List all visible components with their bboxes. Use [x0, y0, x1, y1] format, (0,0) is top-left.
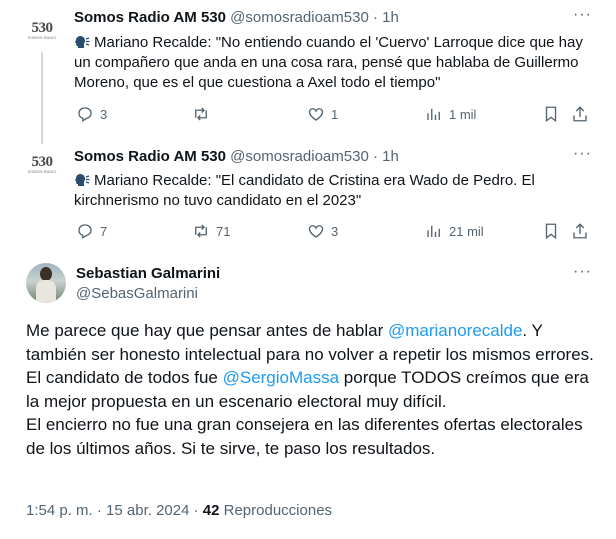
share-button[interactable]	[571, 222, 589, 240]
text-segment: Me parece que hay que pensar antes de ha…	[26, 321, 388, 340]
share-icon	[573, 106, 587, 122]
like-button[interactable]: 1	[307, 105, 338, 123]
author-name[interactable]: Sebastian Galmarini	[76, 265, 220, 282]
speaking-head-emoji	[75, 174, 90, 186]
avatar-figure-torso	[36, 280, 56, 303]
tweet-actions: 7 71 3 21 mil	[74, 222, 594, 242]
tweet-text: Mariano Recalde: "No entiendo cuando el …	[74, 33, 584, 93]
speaking-head-emoji	[75, 36, 90, 48]
more-icon[interactable]: ···	[573, 145, 592, 163]
more-icon[interactable]: ···	[573, 6, 592, 24]
reply-icon	[78, 224, 92, 239]
timestamp[interactable]: 1:54 p. m. · 15 abr. 2024 ·	[26, 502, 203, 519]
separator: ·	[372, 148, 378, 165]
avatar[interactable]	[26, 263, 66, 303]
author-handle[interactable]: @somosradioam530	[230, 148, 369, 165]
share-icon	[573, 223, 587, 239]
author-name[interactable]: Somos Radio AM 530	[74, 9, 226, 26]
reply-button[interactable]: 3	[76, 105, 107, 123]
bookmark-icon	[545, 106, 557, 123]
paragraph-2: El candidato de todos fue @SergioMassa p…	[26, 366, 596, 413]
reply-count: 3	[100, 106, 108, 122]
views-count: 42	[202, 502, 220, 519]
avatar-logo-subtext: SOMOS RADIO	[27, 34, 57, 40]
like-icon	[308, 108, 324, 121]
tweet-header: Somos Radio AM 530 @somosradioam530 · 1h	[74, 148, 399, 165]
views-label: Reproducciones	[219, 502, 333, 519]
mention-link[interactable]: @marianorecalde	[388, 321, 522, 340]
bookmark-button[interactable]	[542, 105, 560, 123]
reply-button[interactable]: 7	[76, 222, 107, 240]
thread-line	[41, 52, 43, 144]
retweet-button[interactable]: 71	[192, 222, 230, 240]
avatar-figure-head	[40, 267, 52, 281]
tweet-2[interactable]: 530 SOMOS RADIO Somos Radio AM 530 @somo…	[0, 140, 616, 252]
avatar-logo-text: 530	[31, 153, 54, 170]
mention-link[interactable]: @SergioMassa	[223, 368, 339, 387]
tweet-1[interactable]: 530 SOMOS RADIO Somos Radio AM 530 @somo…	[0, 0, 616, 144]
author-name[interactable]: Somos Radio AM 530	[74, 148, 226, 165]
bookmark-button[interactable]	[542, 222, 560, 240]
reply-count: 7	[100, 223, 108, 239]
avatar-logo-text: 530	[31, 19, 54, 36]
views-icon	[427, 225, 440, 237]
retweet-icon	[195, 224, 207, 238]
bookmark-icon	[545, 223, 557, 240]
separator: ·	[372, 9, 378, 26]
retweet-count: 71	[216, 223, 231, 239]
like-icon	[308, 225, 324, 238]
paragraph-3: El encierro no fue una gran consejera en…	[26, 415, 583, 458]
retweet-icon	[195, 107, 207, 121]
tweet-time[interactable]: 1h	[382, 9, 399, 26]
reply-icon	[78, 107, 92, 122]
avatar[interactable]: 530 SOMOS RADIO	[22, 10, 62, 50]
views-count: 21 mil	[449, 223, 484, 239]
paragraph-1: Me parece que hay que pensar antes de ha…	[26, 319, 596, 366]
like-count: 3	[331, 223, 339, 239]
author-handle[interactable]: @SebasGalmarini	[76, 285, 198, 302]
tweet-header: Somos Radio AM 530 @somosradioam530 · 1h	[74, 9, 399, 26]
views-icon	[427, 108, 440, 120]
avatar[interactable]: 530 SOMOS RADIO	[22, 144, 62, 184]
views-button[interactable]: 21 mil	[425, 222, 484, 240]
tweet-text-content: Mariano Recalde: "No entiendo cuando el …	[74, 34, 583, 91]
like-count: 1	[331, 106, 339, 122]
more-icon[interactable]: ···	[573, 263, 592, 281]
retweet-button[interactable]	[192, 105, 216, 123]
avatar-logo-subtext: SOMOS RADIO	[27, 168, 57, 174]
tweet-text: Mariano Recalde: "El candidato de Cristi…	[74, 171, 584, 211]
views-button[interactable]: 1 mil	[425, 105, 476, 123]
tweet-actions: 3 1 1 mil	[74, 105, 594, 125]
tweet-time[interactable]: 1h	[382, 148, 399, 165]
like-button[interactable]: 3	[307, 222, 338, 240]
share-button[interactable]	[571, 105, 589, 123]
views-count: 1 mil	[449, 106, 477, 122]
main-tweet-text: Me parece que hay que pensar antes de ha…	[26, 319, 596, 461]
author-handle[interactable]: @somosradioam530	[230, 9, 369, 26]
tweet-meta: 1:54 p. m. · 15 abr. 2024 · 42 Reproducc…	[26, 502, 332, 519]
text-segment: El candidato de todos fue	[26, 368, 223, 388]
tweet-text-content: Mariano Recalde: "El candidato de Cristi…	[74, 172, 535, 209]
